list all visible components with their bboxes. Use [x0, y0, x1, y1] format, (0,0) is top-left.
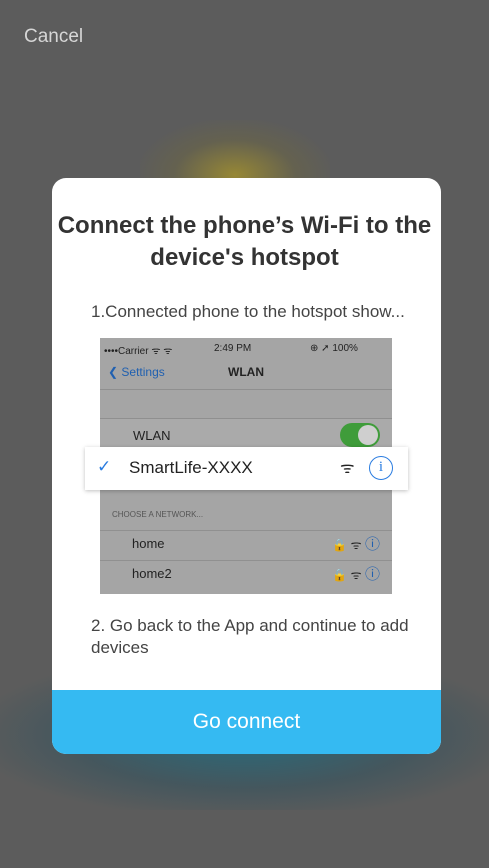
time-label: 2:49 PM: [214, 343, 252, 354]
info-icon: ⓘ: [364, 536, 380, 553]
wlan-label: WLAN: [133, 428, 171, 443]
carrier-label: ••••Carrier ᯤ ᯤ: [104, 346, 173, 357]
settings-back-link: ❮ Settings: [108, 365, 165, 379]
network-icons: 🔒 ᯤ ⓘ: [332, 533, 380, 554]
info-icon: i: [369, 456, 393, 480]
cancel-button[interactable]: Cancel: [24, 26, 83, 48]
dialog-title-line2: device's hotspot: [150, 244, 339, 271]
back-link-label: Settings: [121, 365, 165, 379]
checkmark-icon: ✓: [97, 457, 112, 476]
phone-nav-bar: ❮ Settings WLAN: [100, 358, 392, 390]
network-row: home 🔒 ᯤ ⓘ: [100, 530, 392, 556]
step1-instruction: 1.Connected phone to the hotspot show...: [91, 302, 405, 321]
battery-label: ⊕ ➚ 100%: [310, 343, 358, 354]
network-icons: 🔒 ᯤ ⓘ: [332, 563, 380, 584]
network-name: home: [132, 536, 165, 551]
dialog-title-line1: Connect the phone’s Wi-Fi to the: [57, 212, 432, 239]
chevron-left-icon: ❮: [108, 365, 122, 379]
wlan-toggle: [340, 423, 380, 447]
hotspot-name: SmartLife-XXXX: [129, 458, 253, 477]
go-connect-button[interactable]: Go connect: [52, 690, 441, 754]
dialog-title: Connect the phone’s Wi-Fi to the device'…: [0, 210, 489, 274]
phone-status-bar: ••••Carrier ᯤ ᯤ 2:49 PM ⊕ ➚ 100%: [100, 338, 392, 358]
nav-title: WLAN: [228, 365, 264, 379]
wifi-icon: ᯤ: [340, 460, 355, 477]
lock-wifi-icon: 🔒 ᯤ: [332, 568, 362, 582]
info-icon: ⓘ: [364, 566, 380, 583]
network-name: home2: [132, 566, 172, 581]
choose-network-header: CHOOSE A NETWORK...: [112, 510, 204, 519]
hotspot-network-card: ✓ SmartLife-XXXX ᯤ i: [85, 447, 408, 490]
step2-instruction: 2. Go back to the App and continue to ad…: [91, 616, 409, 657]
network-row: home2 🔒 ᯤ ⓘ: [100, 560, 392, 586]
lock-wifi-icon: 🔒 ᯤ: [332, 538, 362, 552]
wlan-toggle-row: WLAN: [100, 418, 392, 450]
